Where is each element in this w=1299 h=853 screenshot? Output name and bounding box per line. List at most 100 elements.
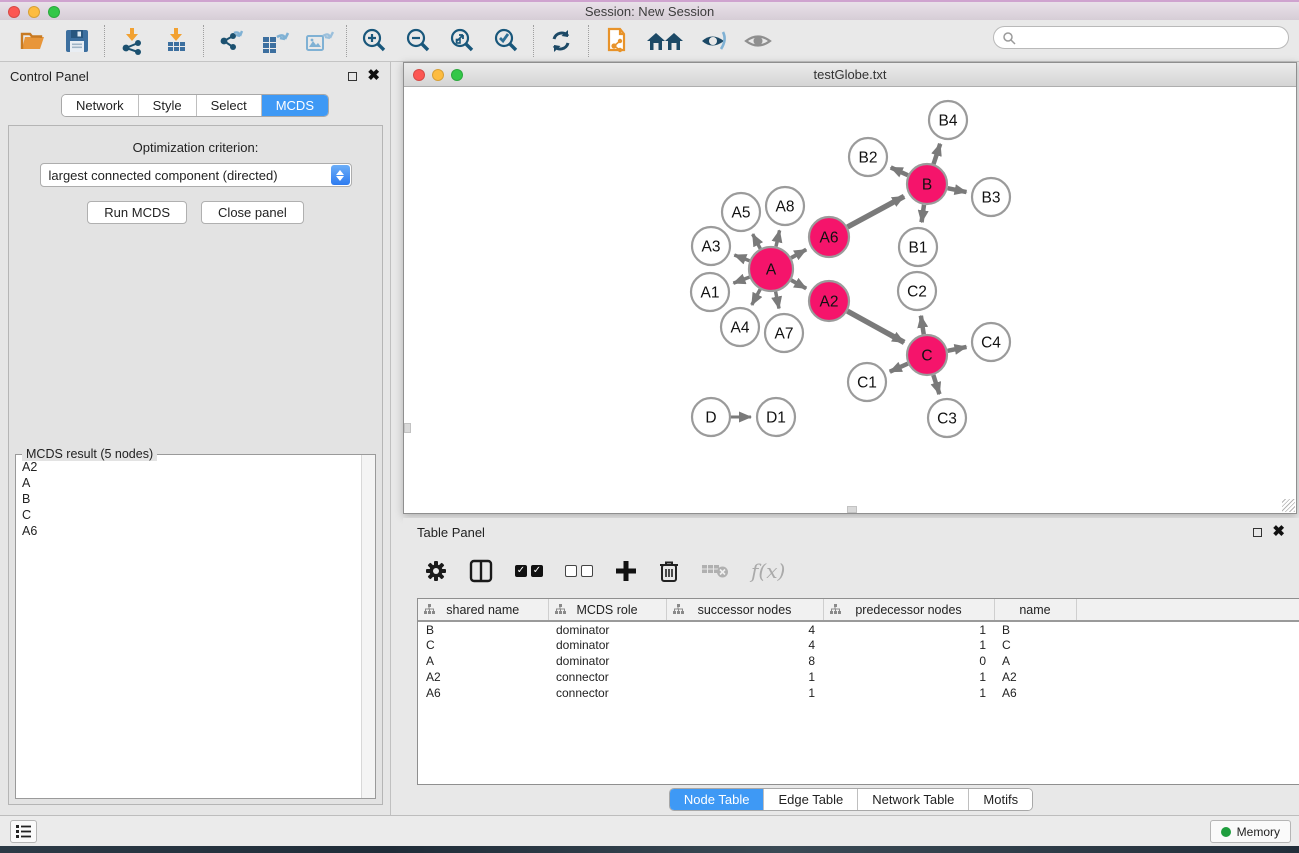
graph-node-A6[interactable]: A6 [809,217,849,257]
edge-A-A4[interactable] [752,289,760,305]
table-tab-edge-table[interactable]: Edge Table [764,789,858,810]
table-row[interactable]: A6connector11A6 [418,685,1299,701]
import-network-icon[interactable] [117,26,147,56]
cell-MCDS-role[interactable]: dominator [548,653,666,669]
tab-mcds[interactable]: MCDS [262,95,328,116]
result-item[interactable]: A [16,475,362,491]
cell-successor-nodes[interactable]: 4 [666,637,823,653]
result-item[interactable]: A2 [16,459,362,475]
graph-node-D1[interactable]: D1 [757,398,795,436]
edge-C-C3[interactable] [933,375,939,394]
network-zoom-button[interactable] [451,69,463,81]
cell-name[interactable]: A [994,653,1076,669]
tab-style[interactable]: Style [139,95,197,116]
zoom-fit-icon[interactable] [447,26,477,56]
horizontal-scrollbar-thumb[interactable] [847,506,857,513]
delete-table-icon[interactable] [701,556,729,586]
save-session-icon[interactable] [62,26,92,56]
column-header-successor-nodes[interactable]: successor nodes [666,599,823,621]
deselect-all-checkboxes-icon[interactable] [565,556,593,586]
vertical-scrollbar-thumb[interactable] [404,423,411,433]
table-row[interactable]: A2connector11A2 [418,669,1299,685]
edge-B-B2[interactable] [891,167,908,175]
graph-node-B1[interactable]: B1 [899,228,937,266]
cell-predecessor-nodes[interactable]: 0 [823,653,994,669]
float-table-panel-icon[interactable] [1253,528,1262,537]
edge-A6-B[interactable] [847,196,904,227]
export-table-icon[interactable] [260,26,290,56]
network-minimize-button[interactable] [432,69,444,81]
edge-A-A2[interactable] [791,280,806,288]
cell-MCDS-role[interactable]: connector [548,669,666,685]
graph-node-C4[interactable]: C4 [972,323,1010,361]
cell-shared-name[interactable]: A6 [418,685,548,701]
refresh-icon[interactable] [546,26,576,56]
tab-network[interactable]: Network [62,95,139,116]
graph-node-A3[interactable]: A3 [692,227,730,265]
cell-shared-name[interactable]: A [418,653,548,669]
search-box[interactable] [993,26,1289,49]
edge-A-A7[interactable] [776,292,779,309]
cell-shared-name[interactable]: C [418,637,548,653]
cell-successor-nodes[interactable]: 4 [666,621,823,637]
function-builder-icon[interactable]: f(x) [751,556,785,586]
window-controls[interactable] [8,6,60,18]
table-tab-network-table[interactable]: Network Table [858,789,969,810]
memory-button[interactable]: Memory [1210,820,1291,843]
cell-MCDS-role[interactable]: dominator [548,621,666,637]
table-row[interactable]: Bdominator41B [418,621,1299,637]
float-panel-icon[interactable] [348,72,357,81]
graph-node-C[interactable]: C [907,335,947,375]
column-header-name[interactable]: name [994,599,1076,621]
edge-C-C1[interactable] [890,364,908,372]
column-header-MCDS-role[interactable]: MCDS role [548,599,666,621]
network-from-file-icon[interactable] [601,26,631,56]
cell-name[interactable]: A6 [994,685,1076,701]
cell-MCDS-role[interactable]: connector [548,685,666,701]
result-scrollbar[interactable] [361,455,375,798]
zoom-out-icon[interactable] [403,26,433,56]
cell-successor-nodes[interactable]: 8 [666,653,823,669]
graph-node-A7[interactable]: A7 [765,314,803,352]
add-column-icon[interactable] [615,556,637,586]
cell-name[interactable]: B [994,621,1076,637]
hide-panels-icon[interactable] [699,26,729,56]
graph-node-B3[interactable]: B3 [972,178,1010,216]
cell-name[interactable]: A2 [994,669,1076,685]
cell-successor-nodes[interactable]: 1 [666,669,823,685]
graph-node-A[interactable]: A [749,247,793,291]
cell-predecessor-nodes[interactable]: 1 [823,669,994,685]
table-row[interactable]: Cdominator41C [418,637,1299,653]
network-close-button[interactable] [413,69,425,81]
delete-column-icon[interactable] [659,556,679,586]
export-image-icon[interactable] [304,26,334,56]
open-session-icon[interactable] [18,26,48,56]
network-window-titlebar[interactable]: testGlobe.txt [404,63,1296,87]
close-window-button[interactable] [8,6,20,18]
edge-A2-C[interactable] [847,311,904,342]
home-icon[interactable] [645,26,685,56]
table-row[interactable]: Adominator80A [418,653,1299,669]
graph-node-C3[interactable]: C3 [928,399,966,437]
close-panel-button[interactable]: Close panel [201,201,304,224]
cell-MCDS-role[interactable]: dominator [548,637,666,653]
edge-C-C2[interactable] [921,316,924,335]
edge-B-B3[interactable] [948,188,967,192]
cell-shared-name[interactable]: A2 [418,669,548,685]
graph-node-A8[interactable]: A8 [766,187,804,225]
graph-node-A5[interactable]: A5 [722,193,760,231]
node-table-body[interactable]: Bdominator41BCdominator41CAdominator80AA… [418,621,1299,701]
graph-node-A4[interactable]: A4 [721,308,759,346]
optimization-dropdown[interactable]: largest connected component (directed) [40,163,352,187]
close-panel-icon[interactable]: ✖ [367,71,380,81]
edge-A-A8[interactable] [776,230,780,246]
cell-successor-nodes[interactable]: 1 [666,685,823,701]
task-history-button[interactable] [10,820,37,843]
close-table-panel-icon[interactable]: ✖ [1272,527,1285,537]
eye-icon[interactable] [743,26,773,56]
edge-C-C4[interactable] [948,347,967,351]
cell-predecessor-nodes[interactable]: 1 [823,621,994,637]
column-layout-icon[interactable] [469,556,493,586]
edge-B-B4[interactable] [934,144,941,164]
edge-A-A1[interactable] [733,277,749,283]
